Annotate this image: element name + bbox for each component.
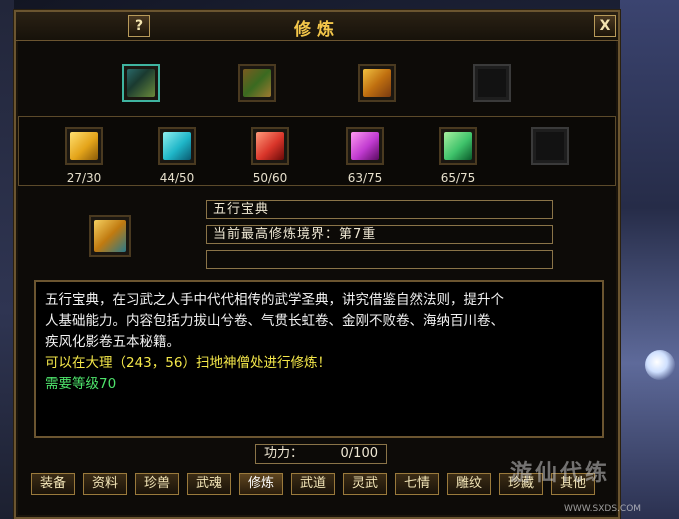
scroll-slot[interactable] [238,64,276,102]
gongli-label: 功力： [264,446,304,461]
book-slot[interactable] [122,64,160,102]
green-manual-icon [444,132,472,160]
manual-progress: 27/30 [66,171,102,185]
manual-panel: 27/30 44/50 50/60 63/75 65/75 [18,116,616,186]
realm-field: 当前最高修炼境界：第7重 [206,225,553,244]
watermark-logo: 游仙代练 [510,461,611,486]
manual-progress: 65/75 [440,171,476,185]
description-line: 五行宝典，在习武之人手中代代相传的武学圣典，讲究借鉴自然法则，提升个 [45,292,504,308]
manual-progress: 44/50 [159,171,195,185]
tab-engraving[interactable]: 雕纹 [447,473,491,495]
cultivation-window: ? 修炼 X 27/30 44/50 50/60 63/75 65/75 五行宝… [14,10,620,519]
manual-slot-cyan[interactable] [158,127,196,165]
tab-spirit-weapon[interactable]: 灵武 [343,473,387,495]
tab-cultivation[interactable]: 修炼 [239,473,283,495]
empty-top-slot[interactable] [473,64,511,102]
scroll-icon [243,69,271,97]
close-button[interactable]: X [594,15,616,37]
tab-equipment[interactable]: 装备 [31,473,75,495]
moon-glow [645,350,675,380]
manual-slot-purple[interactable] [346,127,384,165]
location-hint: 可以在大理（243，56）扫地神僧处进行修炼！ [45,355,331,371]
tab-pets[interactable]: 珍兽 [135,473,179,495]
cyan-manual-icon [163,132,191,160]
tab-profile[interactable]: 资料 [83,473,127,495]
manual-slot-yellow[interactable] [65,127,103,165]
title-bar[interactable]: ? 修炼 X [16,12,618,41]
five-elements-book-icon [94,220,126,252]
manual-name-field: 五行宝典 [206,200,553,219]
treasure-slot[interactable] [358,64,396,102]
gongli-value: 0/100 [340,446,378,461]
manual-slot-red[interactable] [251,127,289,165]
manual-progress: 63/75 [347,171,383,185]
description-box: 五行宝典，在习武之人手中代代相传的武学圣典，讲究借鉴自然法则，提升个 人基础能力… [34,280,604,438]
tab-seven-emotions[interactable]: 七情 [395,473,439,495]
background-left [0,0,14,519]
book-icon [127,69,155,97]
window-title: 修炼 [294,20,340,40]
manual-progress: 50/60 [252,171,288,185]
empty-manual-slot[interactable] [531,127,569,165]
level-requirement: 需要等级70 [45,376,117,392]
manual-slot-green[interactable] [439,127,477,165]
tab-martial-way[interactable]: 武道 [291,473,335,495]
purple-manual-icon [351,132,379,160]
background-scenery [620,0,679,519]
selected-manual-slot[interactable] [89,215,131,257]
gongli-bar: 功力： 0/100 [255,444,387,464]
watermark-url: WWW.SXDS.COM [564,504,642,514]
tab-martial-soul[interactable]: 武魂 [187,473,231,495]
yellow-manual-icon [70,132,98,160]
treasure-icon [363,69,391,97]
extra-field [206,250,553,269]
red-manual-icon [256,132,284,160]
description-line: 疾风化影卷五本秘籍。 [45,334,180,350]
description-line: 人基础能力。内容包括力拔山兮卷、气贯长虹卷、金刚不败卷、海纳百川卷、 [45,313,504,329]
